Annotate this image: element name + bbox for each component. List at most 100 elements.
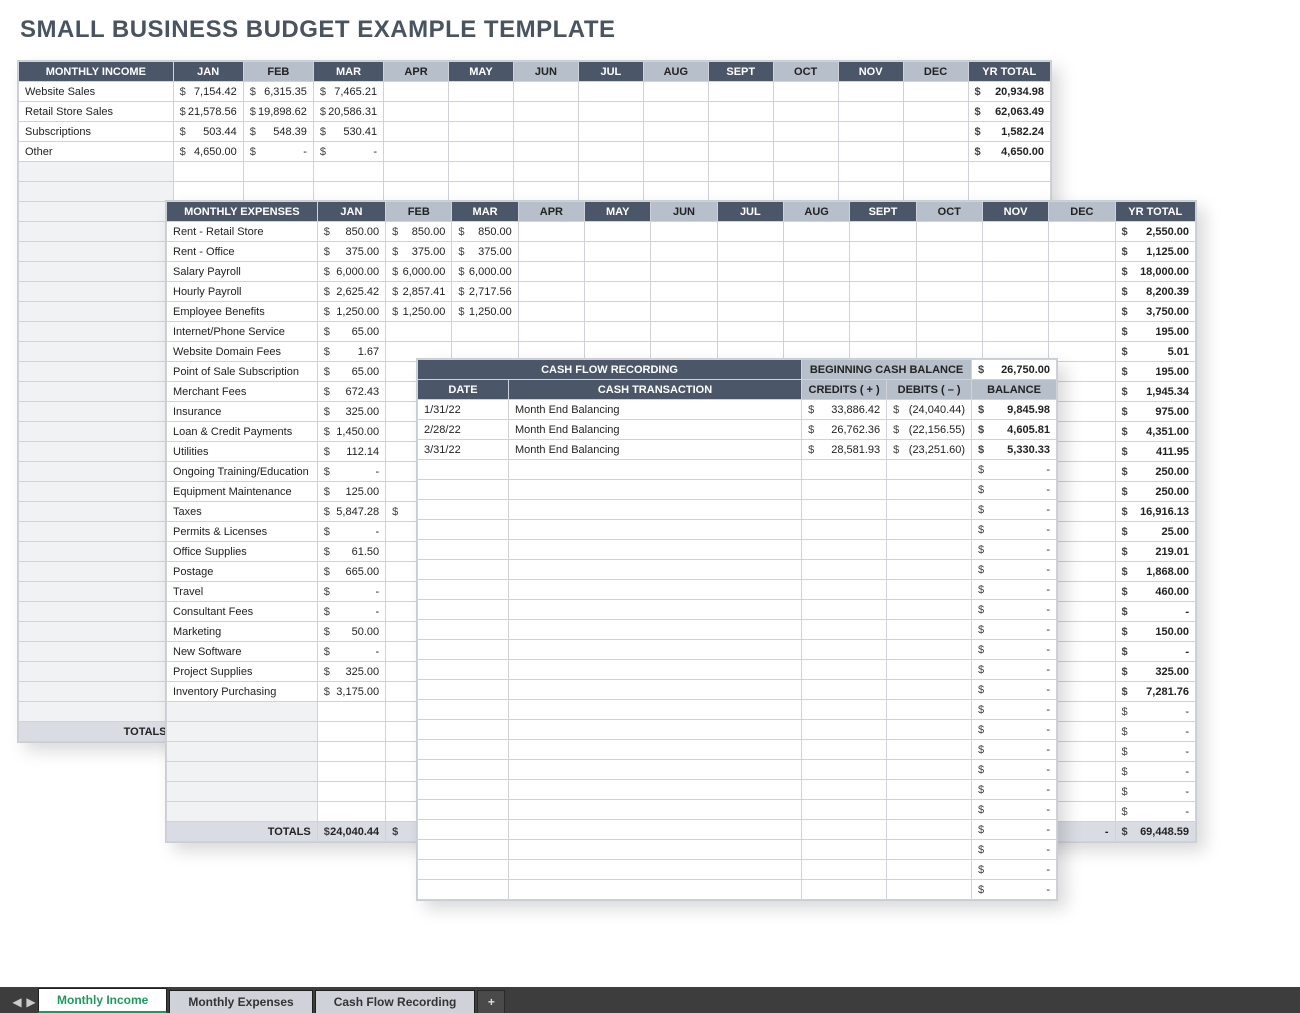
income-row-label: Website Sales bbox=[19, 82, 174, 102]
cashflow-blank-row[interactable]: $- bbox=[418, 580, 1057, 600]
expense-row[interactable]: Employee Benefits $1,250.00$1,250.00$1,2… bbox=[167, 302, 1196, 322]
expense-row-label: Ongoing Training/Education bbox=[167, 462, 318, 482]
cashflow-col-balance: BALANCE bbox=[972, 380, 1057, 400]
cashflow-header-row: DATE CASH TRANSACTION CREDITS ( + ) DEBI… bbox=[418, 380, 1057, 400]
cashflow-date: 3/31/22 bbox=[418, 440, 509, 460]
income-blank-row[interactable] bbox=[19, 162, 1051, 182]
tab-monthly-expenses[interactable]: Monthly Expenses bbox=[169, 990, 312, 1013]
expense-row-label: Point of Sale Subscription bbox=[167, 362, 318, 382]
income-header-row: MONTHLY INCOME JAN FEB MAR APR MAY JUN J… bbox=[19, 62, 1051, 82]
cashflow-beg-label: BEGINNING CASH BALANCE bbox=[802, 360, 972, 380]
cashflow-blank-row[interactable]: $- bbox=[418, 620, 1057, 640]
expense-row[interactable]: Hourly Payroll $2,625.42$2,857.41$2,717.… bbox=[167, 282, 1196, 302]
expense-row[interactable]: Rent - Office $375.00$375.00$375.00 $1,1… bbox=[167, 242, 1196, 262]
expense-row-label: Salary Payroll bbox=[167, 262, 318, 282]
col-sept: SEPT bbox=[708, 62, 773, 82]
expense-row-label: Insurance bbox=[167, 402, 318, 422]
cashflow-blank-row[interactable]: $- bbox=[418, 480, 1057, 500]
ecol-yrtotal: YR TOTAL bbox=[1115, 202, 1195, 222]
cashflow-blank-row[interactable]: $- bbox=[418, 700, 1057, 720]
expense-row[interactable]: Internet/Phone Service $65.00 $195.00 bbox=[167, 322, 1196, 342]
expense-row-label: Website Domain Fees bbox=[167, 342, 318, 362]
ecol-nov: NOV bbox=[982, 202, 1048, 222]
expense-row-label: Internet/Phone Service bbox=[167, 322, 318, 342]
tab-nav-prev-icon[interactable]: ◀ bbox=[10, 991, 24, 1013]
expense-row-label: Hourly Payroll bbox=[167, 282, 318, 302]
ecol-apr: APR bbox=[518, 202, 584, 222]
col-jun: JUN bbox=[513, 62, 578, 82]
income-row[interactable]: Website Sales $7,154.42$6,315.35$7,465.2… bbox=[19, 82, 1051, 102]
cashflow-title: CASH FLOW RECORDING bbox=[418, 360, 802, 380]
col-oct: OCT bbox=[773, 62, 838, 82]
expense-row[interactable]: Rent - Retail Store $850.00$850.00$850.0… bbox=[167, 222, 1196, 242]
expenses-totals-dec: - bbox=[1105, 826, 1109, 838]
cashflow-blank-row[interactable]: $- bbox=[418, 840, 1057, 860]
cashflow-blank-row[interactable]: $- bbox=[418, 800, 1057, 820]
cashflow-blank-row[interactable]: $- bbox=[418, 600, 1057, 620]
expense-row-label: Consultant Fees bbox=[167, 602, 318, 622]
cashflow-row[interactable]: 1/31/22 Month End Balancing $33,886.42 $… bbox=[418, 400, 1057, 420]
cashflow-date: 2/28/22 bbox=[418, 420, 509, 440]
expense-row-label: New Software bbox=[167, 642, 318, 662]
expense-row-label: Equipment Maintenance bbox=[167, 482, 318, 502]
cashflow-col-credits: CREDITS ( + ) bbox=[802, 380, 887, 400]
expense-row-label: Merchant Fees bbox=[167, 382, 318, 402]
cashflow-blank-row[interactable]: $- bbox=[418, 740, 1057, 760]
tab-nav-next-icon[interactable]: ▶ bbox=[24, 991, 38, 1013]
cashflow-blank-row[interactable]: $- bbox=[418, 780, 1057, 800]
tab-cash-flow-recording[interactable]: Cash Flow Recording bbox=[315, 990, 476, 1013]
expenses-yr-total: 69,448.59 bbox=[1140, 826, 1189, 838]
income-row[interactable]: Other $4,650.00$-$- $4,650.00 bbox=[19, 142, 1051, 162]
expense-row-label: Postage bbox=[167, 562, 318, 582]
expenses-totals-jan: 24,040.44 bbox=[330, 826, 379, 838]
col-may: MAY bbox=[449, 62, 514, 82]
cashflow-blank-row[interactable]: $- bbox=[418, 880, 1057, 900]
expense-row-label: Office Supplies bbox=[167, 542, 318, 562]
tab-add-icon[interactable]: + bbox=[477, 990, 505, 1013]
income-blank-row[interactable] bbox=[19, 182, 1051, 202]
income-row[interactable]: Subscriptions $503.44$548.39$530.41 $1,5… bbox=[19, 122, 1051, 142]
expense-row-label: Rent - Office bbox=[167, 242, 318, 262]
col-jan: JAN bbox=[173, 62, 243, 82]
cashflow-blank-row[interactable]: $- bbox=[418, 540, 1057, 560]
cashflow-blank-row[interactable]: $- bbox=[418, 520, 1057, 540]
expense-row-label: Travel bbox=[167, 582, 318, 602]
ecol-dec: DEC bbox=[1049, 202, 1115, 222]
cashflow-row[interactable]: 2/28/22 Month End Balancing $26,762.36 $… bbox=[418, 420, 1057, 440]
cashflow-sheet: CASH FLOW RECORDING BEGINNING CASH BALAN… bbox=[416, 358, 1058, 901]
ecol-aug: AUG bbox=[783, 202, 849, 222]
expenses-header-row: MONTHLY EXPENSES JAN FEB MAR APR MAY JUN… bbox=[167, 202, 1196, 222]
tab-monthly-income[interactable]: Monthly Income bbox=[38, 988, 167, 1013]
expense-row[interactable]: Salary Payroll $6,000.00$6,000.00$6,000.… bbox=[167, 262, 1196, 282]
col-apr: APR bbox=[384, 62, 449, 82]
cashflow-blank-row[interactable]: $- bbox=[418, 820, 1057, 840]
cashflow-blank-row[interactable]: $- bbox=[418, 860, 1057, 880]
cashflow-col-trans: CASH TRANSACTION bbox=[508, 380, 801, 400]
cashflow-blank-row[interactable]: $- bbox=[418, 460, 1057, 480]
cashflow-blank-row[interactable]: $- bbox=[418, 560, 1057, 580]
col-mar: MAR bbox=[313, 62, 383, 82]
income-row-label: Subscriptions bbox=[19, 122, 174, 142]
col-aug: AUG bbox=[643, 62, 708, 82]
col-jul: JUL bbox=[578, 62, 643, 82]
cashflow-blank-row[interactable]: $- bbox=[418, 760, 1057, 780]
cashflow-blank-row[interactable]: $- bbox=[418, 500, 1057, 520]
cashflow-blank-row[interactable]: $- bbox=[418, 660, 1057, 680]
cashflow-beg-balance: 26,750.00 bbox=[1001, 364, 1050, 376]
ecol-jul: JUL bbox=[717, 202, 783, 222]
ecol-jun: JUN bbox=[651, 202, 717, 222]
cashflow-blank-row[interactable]: $- bbox=[418, 640, 1057, 660]
ecol-mar: MAR bbox=[452, 202, 518, 222]
cashflow-date: 1/31/22 bbox=[418, 400, 509, 420]
cashflow-row[interactable]: 3/31/22 Month End Balancing $28,581.93 $… bbox=[418, 440, 1057, 460]
expense-row-label: Taxes bbox=[167, 502, 318, 522]
expenses-totals-label: TOTALS bbox=[167, 822, 318, 842]
cashflow-blank-row[interactable]: $- bbox=[418, 680, 1057, 700]
col-nov: NOV bbox=[838, 62, 903, 82]
cashflow-title-row: CASH FLOW RECORDING BEGINNING CASH BALAN… bbox=[418, 360, 1057, 380]
cashflow-blank-row[interactable]: $- bbox=[418, 720, 1057, 740]
income-header: MONTHLY INCOME bbox=[19, 62, 174, 82]
income-row[interactable]: Retail Store Sales $21,578.56$19,898.62$… bbox=[19, 102, 1051, 122]
col-dec: DEC bbox=[903, 62, 968, 82]
expense-row-label: Inventory Purchasing bbox=[167, 682, 318, 702]
